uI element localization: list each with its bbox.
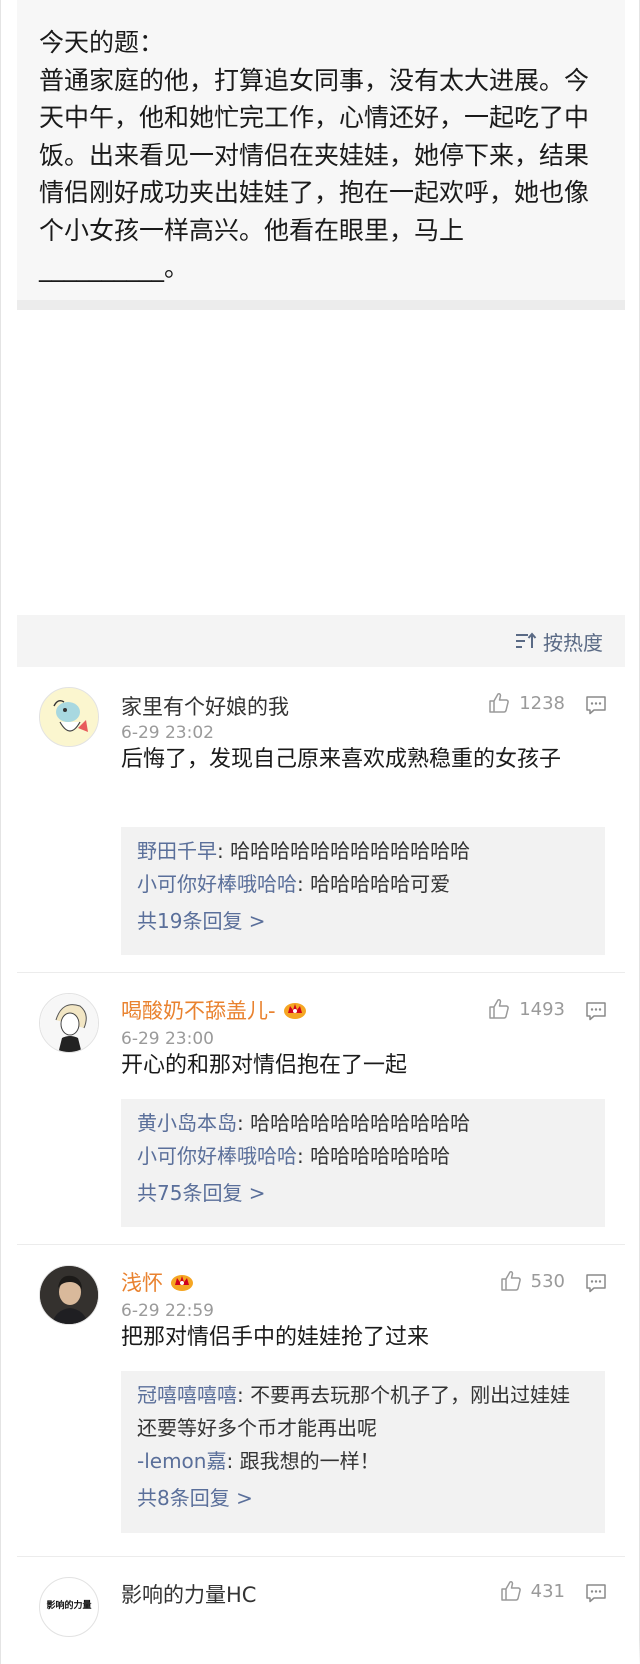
like-count: 431: [530, 1580, 565, 1602]
comment-author[interactable]: 影响的力量HC: [121, 1579, 256, 1609]
thumbs-up-icon: [489, 998, 510, 1019]
avatar[interactable]: [39, 1265, 99, 1325]
sort-label: 按热度: [543, 630, 603, 655]
like-button[interactable]: 530: [499, 1269, 565, 1293]
post-divider: [17, 300, 625, 310]
comment-reply-icon[interactable]: [585, 695, 607, 715]
reply-text: : 跟我想的一样！: [226, 1449, 380, 1473]
comment-item: 喝酸奶不舔盖儿- 6-29 23:00 1493 开心的和那对情侣抱在了一起 黄…: [17, 973, 625, 1245]
reply-item: 小可你好棒哦哈哈: 哈哈哈哈哈哈哈: [137, 1140, 589, 1173]
cartoon-avatar-icon: [40, 688, 98, 746]
comment-text: 把那对情侣手中的娃娃抢了过来: [121, 1325, 430, 1350]
reply-author[interactable]: 黄小岛本岛: [137, 1111, 237, 1135]
author-name: 喝酸奶不舔盖儿-: [121, 999, 276, 1023]
reply-text: : 哈哈哈哈哈哈哈: [297, 1144, 451, 1168]
like-count: 1238: [519, 692, 565, 714]
comment-item: 家里有个好娘的我 6-29 23:02 1238 后悔了，发现自己原来喜欢成熟稳…: [17, 667, 625, 973]
thumbs-up-icon: [500, 1580, 521, 1601]
reply-author[interactable]: 小可你好棒哦哈哈: [137, 1144, 297, 1168]
author-name: 影响的力量HC: [121, 1583, 257, 1607]
like-button[interactable]: 431: [499, 1579, 565, 1603]
avatar-logo-text: 影响的力量: [46, 1600, 92, 1611]
reply-item: 冠嘻嘻嘻嘻: 不要再去玩那个机子了，刚出过娃娃还要等好多个币才能再出呢: [137, 1379, 589, 1445]
comment-text: 开心的和那对情侣抱在了一起: [121, 1053, 408, 1078]
reply-item: 小可你好棒哦哈哈: 哈哈哈哈哈可爱: [137, 868, 589, 901]
view-all-replies-link[interactable]: 共19条回复 >: [137, 901, 589, 941]
comment-list: 家里有个好娘的我 6-29 23:02 1238 后悔了，发现自己原来喜欢成熟稳…: [17, 667, 625, 1637]
comment-reply-icon[interactable]: [585, 1001, 607, 1021]
reply-text: : 哈哈哈哈哈哈哈哈哈哈哈: [237, 1111, 471, 1135]
like-button[interactable]: 1493: [487, 997, 565, 1021]
like-button[interactable]: 1238: [487, 691, 565, 715]
comment-text: 后悔了，发现自己原来喜欢成熟稳重的女孩子: [121, 747, 562, 772]
avatar[interactable]: [39, 687, 99, 747]
comment-reply-icon[interactable]: [585, 1583, 607, 1603]
bottom-fade: [1, 1640, 640, 1664]
reply-text: : 哈哈哈哈哈可爱: [297, 872, 451, 896]
reply-author[interactable]: -lemon嘉: [137, 1449, 226, 1473]
reply-box: 野田千早: 哈哈哈哈哈哈哈哈哈哈哈哈 小可你好棒哦哈哈: 哈哈哈哈哈可爱 共19…: [121, 827, 605, 955]
author-name: 浅怀: [121, 1271, 163, 1295]
reply-item: -lemon嘉: 跟我想的一样！: [137, 1445, 589, 1478]
like-count: 530: [530, 1270, 565, 1292]
comment-time: 6-29 23:00: [121, 1029, 214, 1049]
reply-author[interactable]: 小可你好棒哦哈哈: [137, 872, 297, 896]
vip-crown-icon: [283, 1003, 306, 1019]
thumbs-up-icon: [489, 692, 510, 713]
like-count: 1493: [519, 998, 565, 1020]
comment-time: 6-29 22:59: [121, 1301, 214, 1321]
comment-time: 6-29 23:02: [121, 723, 214, 743]
reply-box: 冠嘻嘻嘻嘻: 不要再去玩那个机子了，刚出过娃娃还要等好多个币才能再出呢 -lem…: [121, 1371, 605, 1533]
comment-author[interactable]: 家里有个好娘的我: [121, 691, 289, 721]
avatar[interactable]: 影响的力量: [39, 1577, 99, 1637]
thumbs-up-icon: [500, 1270, 521, 1291]
comment-reply-icon[interactable]: [585, 1273, 607, 1293]
reply-text: : 哈哈哈哈哈哈哈哈哈哈哈哈: [217, 839, 471, 863]
photo-avatar-icon: [40, 1266, 98, 1324]
sort-bar: 按热度: [17, 615, 625, 667]
sort-by-hot-button[interactable]: 按热度: [515, 628, 603, 655]
question-post: 今天的题： 普通家庭的他，打算追女同事，没有太大进展。今天中午，他和她忙完工作，…: [17, 0, 625, 310]
view-all-replies-link[interactable]: 共8条回复 >: [137, 1478, 589, 1518]
avatar[interactable]: [39, 993, 99, 1053]
author-name: 家里有个好娘的我: [121, 695, 289, 719]
weibo-comment-page: 今天的题： 普通家庭的他，打算追女同事，没有太大进展。今天中午，他和她忙完工作，…: [0, 0, 640, 1664]
vip-crown-icon: [171, 1275, 193, 1291]
sketch-avatar-icon: [40, 994, 98, 1052]
comment-item: 浅怀 6-29 22:59 530 把那对情侣手中的娃娃抢了过来 冠嘻嘻嘻嘻: …: [17, 1245, 625, 1557]
comment-item: 影响的力量 影响的力量HC 431: [17, 1557, 625, 1637]
reply-box: 黄小岛本岛: 哈哈哈哈哈哈哈哈哈哈哈 小可你好棒哦哈哈: 哈哈哈哈哈哈哈 共75…: [121, 1099, 605, 1227]
reply-item: 野田千早: 哈哈哈哈哈哈哈哈哈哈哈哈: [137, 835, 589, 868]
reply-item: 黄小岛本岛: 哈哈哈哈哈哈哈哈哈哈哈: [137, 1107, 589, 1140]
sort-icon: [516, 632, 537, 648]
post-text: 今天的题： 普通家庭的他，打算追女同事，没有太大进展。今天中午，他和她忙完工作，…: [39, 28, 590, 282]
comment-author[interactable]: 浅怀: [121, 1267, 195, 1297]
reply-author[interactable]: 野田千早: [137, 839, 217, 863]
reply-author[interactable]: 冠嘻嘻嘻嘻: [137, 1383, 237, 1407]
view-all-replies-link[interactable]: 共75条回复 >: [137, 1173, 589, 1213]
comment-author[interactable]: 喝酸奶不舔盖儿-: [121, 995, 308, 1025]
blank-area: [17, 310, 625, 615]
